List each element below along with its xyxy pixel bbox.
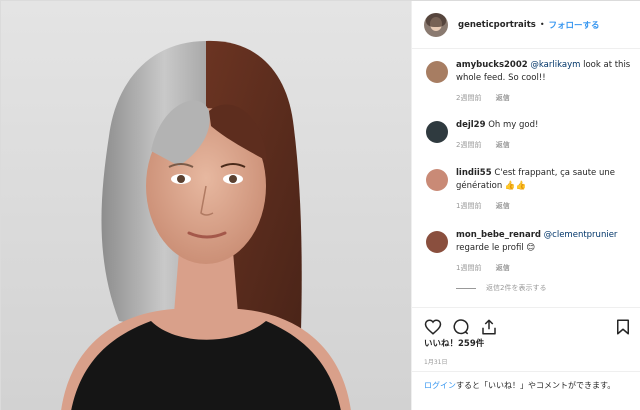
login-link[interactable]: ログイン bbox=[424, 381, 456, 390]
author-username[interactable]: geneticportraits bbox=[458, 20, 536, 30]
comment-author[interactable]: dejl29 bbox=[456, 120, 486, 130]
comment-item: lindii55 C'est frappant, ça saute une gé… bbox=[412, 167, 640, 211]
commenter-avatar[interactable] bbox=[426, 231, 448, 253]
post-date[interactable]: 1月31日 bbox=[424, 357, 447, 366]
comment-meta: 2週間前 返信 bbox=[456, 140, 632, 150]
comment-text: mon_bebe_renard @clementprunier regarde … bbox=[456, 229, 632, 255]
post-photo[interactable] bbox=[1, 1, 411, 410]
commenter-avatar[interactable] bbox=[426, 169, 448, 191]
comment-time[interactable]: 1週間前 bbox=[456, 202, 481, 210]
comment-time[interactable]: 1週間前 bbox=[456, 264, 481, 272]
comment-time[interactable]: 2週間前 bbox=[456, 141, 481, 149]
reply-button[interactable]: 返信 bbox=[496, 141, 510, 149]
separator-dot: • bbox=[539, 20, 545, 29]
commenter-avatar[interactable] bbox=[426, 61, 448, 83]
comment-item: dejl29 Oh my god! 2週間前 返信 bbox=[412, 119, 640, 150]
view-replies-button[interactable]: 返信2件を表示する bbox=[456, 283, 546, 293]
comment-author[interactable]: mon_bebe_renard bbox=[456, 230, 541, 240]
heart-icon[interactable] bbox=[424, 318, 442, 336]
comment-text: dejl29 Oh my god! bbox=[456, 119, 632, 132]
comment-item: mon_bebe_renard @clementprunier regarde … bbox=[412, 229, 640, 273]
comment-meta: 2週間前 返信 bbox=[456, 93, 632, 103]
comment-item: amybucks2002 @karlikaym look at this who… bbox=[412, 59, 640, 103]
reply-button[interactable]: 返信 bbox=[496, 264, 510, 272]
instagram-post-modal: geneticportraits • フォローする amybucks2002 @… bbox=[0, 0, 640, 410]
comment-body: Oh my god! bbox=[485, 120, 539, 130]
comment-author[interactable]: amybucks2002 bbox=[456, 60, 528, 70]
post-side-panel: geneticportraits • フォローする amybucks2002 @… bbox=[411, 1, 640, 410]
follow-button[interactable]: フォローする bbox=[549, 19, 600, 31]
comment-mention[interactable]: @karlikaym bbox=[530, 60, 580, 70]
comment-text: lindii55 C'est frappant, ça saute une gé… bbox=[456, 167, 632, 193]
likes-count[interactable]: いいね！259件 bbox=[424, 337, 484, 349]
comment-meta: 1週間前 返信 bbox=[456, 263, 632, 273]
view-replies-label: 返信2件を表示する bbox=[486, 284, 547, 292]
share-icon[interactable] bbox=[480, 318, 498, 336]
reply-button[interactable]: 返信 bbox=[496, 202, 510, 210]
portrait-image bbox=[1, 1, 411, 410]
comment-text: amybucks2002 @karlikaym look at this who… bbox=[456, 59, 632, 85]
comment-mention[interactable]: @clementprunier bbox=[544, 230, 618, 240]
commenter-avatar[interactable] bbox=[426, 121, 448, 143]
comment-meta: 1週間前 返信 bbox=[456, 201, 632, 211]
login-prompt-text: すると「いいね！」やコメントができます。 bbox=[456, 381, 616, 390]
reply-button[interactable]: 返信 bbox=[496, 94, 510, 102]
bookmark-icon[interactable] bbox=[614, 318, 632, 336]
comment-time[interactable]: 2週間前 bbox=[456, 94, 481, 102]
comment-body: regarde le profil 😊 bbox=[456, 243, 536, 253]
login-prompt: ログインすると「いいね！」やコメントができます。 bbox=[412, 371, 640, 392]
post-header: geneticportraits • フォローする bbox=[412, 1, 640, 49]
view-replies-line bbox=[456, 287, 476, 289]
comment-author[interactable]: lindii55 bbox=[456, 168, 492, 178]
author-avatar[interactable] bbox=[424, 12, 448, 37]
comment-icon[interactable] bbox=[452, 318, 470, 336]
